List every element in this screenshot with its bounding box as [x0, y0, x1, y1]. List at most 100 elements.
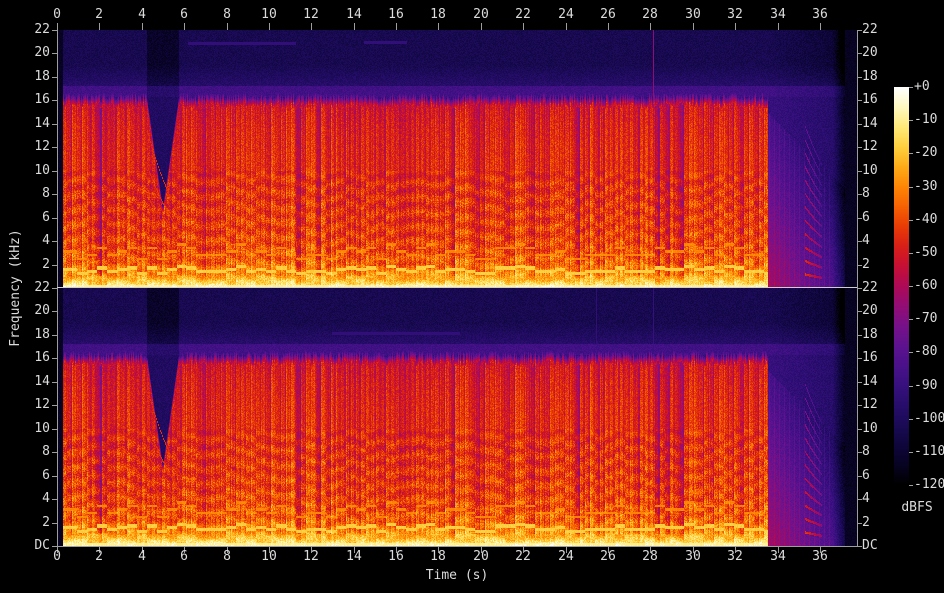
- y-tick-left: [52, 335, 57, 336]
- x-tick-label-bottom: 20: [473, 549, 489, 564]
- y-tick-label-right: 18: [862, 327, 878, 342]
- y-tick-label-left: 16: [34, 350, 50, 365]
- x-tick-label-top: 14: [346, 7, 362, 22]
- y-tick-left: [52, 194, 57, 195]
- x-tick-label-bottom: 26: [600, 549, 616, 564]
- colorbar-tick: [909, 319, 913, 320]
- x-tick-label-top: 36: [812, 7, 828, 22]
- colorbar-tick: [909, 87, 913, 88]
- y-tick-left: [52, 147, 57, 148]
- x-tick-label-top: 2: [95, 7, 103, 22]
- x-tick-top: [269, 23, 270, 30]
- x-tick-label-top: 4: [138, 7, 146, 22]
- colorbar-tick: [909, 120, 913, 121]
- y-tick-left: [52, 358, 57, 359]
- y-tick-label-right: 18: [862, 69, 878, 84]
- x-tick-top: [566, 23, 567, 30]
- y-tick-label-right: 8: [862, 444, 870, 459]
- y-tick-label-right: 22: [862, 22, 878, 37]
- x-tick-label-bottom: 30: [685, 549, 701, 564]
- colorbar-title: dBFS: [901, 500, 933, 515]
- x-tick-label-top: 12: [303, 7, 319, 22]
- colorbar-tick-label: -90: [914, 378, 938, 393]
- y-tick-label-left: 4: [42, 491, 50, 506]
- colorbar-tick-label: -110: [914, 444, 944, 459]
- colorbar-tick-label: -120: [914, 477, 944, 492]
- x-tick-label-top: 30: [685, 7, 701, 22]
- x-tick-top: [650, 23, 651, 30]
- colorbar-tick: [909, 386, 913, 387]
- channel-separator-line: [57, 287, 857, 288]
- x-tick-label-top: 20: [473, 7, 489, 22]
- y-tick-left: [52, 311, 57, 312]
- colorbar-tick-label: -80: [914, 344, 938, 359]
- spectrogram-figure: 0 0 2 2 4 4 6 6 8 8 10 10 12 12 14 14 16 16 18 18 20 20 22 22 24…: [0, 0, 944, 593]
- y-tick-label-right: 2: [862, 515, 870, 530]
- colorbar-tick-label: -10: [914, 112, 938, 127]
- bottom-axis-line: [57, 546, 857, 547]
- colorbar-tick-label: -40: [914, 212, 938, 227]
- x-tick-top: [354, 23, 355, 30]
- colorbar-tick: [909, 286, 913, 287]
- x-tick-label-bottom: 24: [558, 549, 574, 564]
- x-tick-label-bottom: 10: [261, 549, 277, 564]
- x-tick-label-top: 8: [223, 7, 231, 22]
- y-tick-label-right: 10: [862, 163, 878, 178]
- colorbar-tick-label: -60: [914, 278, 938, 293]
- x-tick-label-bottom: 32: [727, 549, 743, 564]
- y-tick-label-right: 16: [862, 92, 878, 107]
- y-tick-label-left: 20: [34, 45, 50, 60]
- y-tick-left: [52, 476, 57, 477]
- colorbar-gradient: [894, 87, 909, 485]
- y-axis-title: Frequency (kHz): [8, 229, 23, 347]
- y-tick-left: [52, 382, 57, 383]
- y-tick-label-right: 14: [862, 116, 878, 131]
- y-tick-left: [52, 452, 57, 453]
- y-tick-label-right: 20: [862, 45, 878, 60]
- spectrogram-lower-channel: [57, 288, 857, 546]
- y-tick-left: [52, 53, 57, 54]
- x-tick-top: [99, 23, 100, 30]
- colorbar-tick: [909, 220, 913, 221]
- x-tick-label-bottom: 12: [303, 549, 319, 564]
- y-tick-left: [52, 241, 57, 242]
- colorbar-tick-label: -20: [914, 145, 938, 160]
- x-tick-label-bottom: 14: [346, 549, 362, 564]
- x-tick-label-top: 6: [180, 7, 188, 22]
- y-tick-left: [52, 288, 57, 289]
- y-tick-label-left: 6: [42, 210, 50, 225]
- x-tick-top: [311, 23, 312, 30]
- x-tick-top: [608, 23, 609, 30]
- x-tick-label-top: 18: [430, 7, 446, 22]
- x-tick-label-bottom: 6: [180, 549, 188, 564]
- x-tick-label-bottom: 18: [430, 549, 446, 564]
- y-tick-left: [52, 499, 57, 500]
- x-tick-label-bottom: 36: [812, 549, 828, 564]
- x-tick-label-top: 28: [642, 7, 658, 22]
- x-tick-top: [184, 23, 185, 30]
- x-tick-top: [142, 23, 143, 30]
- x-tick-top: [57, 23, 58, 30]
- y-tick-label-right: 22: [862, 280, 878, 295]
- x-tick-top: [735, 23, 736, 30]
- x-tick-label-bottom: 22: [515, 549, 531, 564]
- x-tick-label-bottom: 16: [388, 549, 404, 564]
- y-tick-label-left: 12: [34, 397, 50, 412]
- y-tick-label-left: 16: [34, 92, 50, 107]
- y-tick-label-left: 10: [34, 163, 50, 178]
- x-tick-label-bottom: 4: [138, 549, 146, 564]
- spectrogram-upper-channel: [57, 30, 857, 288]
- y-tick-label-left: 18: [34, 69, 50, 84]
- colorbar-tick-label: +0: [914, 79, 930, 94]
- y-tick-label-right: 6: [862, 468, 870, 483]
- y-tick-label-right: 6: [862, 210, 870, 225]
- y-tick-left: [52, 265, 57, 266]
- y-tick-label-left: 6: [42, 468, 50, 483]
- x-tick-label-bottom: 8: [223, 549, 231, 564]
- x-tick-label-top: 0: [53, 7, 61, 22]
- y-tick-left: [52, 405, 57, 406]
- x-tick-label-bottom: 34: [770, 549, 786, 564]
- y-tick-left: [52, 100, 57, 101]
- y-tick-label-right: 20: [862, 303, 878, 318]
- y-tick-label-right: 8: [862, 186, 870, 201]
